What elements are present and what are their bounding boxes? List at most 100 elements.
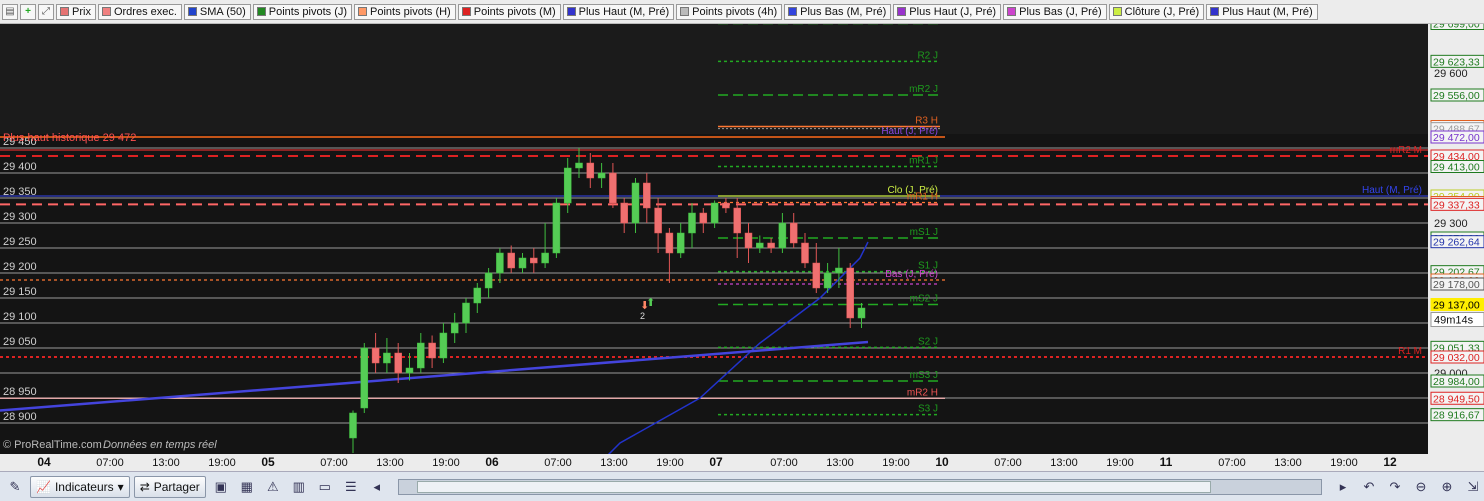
chevron-down-icon: ▾ xyxy=(117,479,124,494)
legend-item[interactable]: Clôture (J, Pré) xyxy=(1108,3,1205,20)
zoom-in-icon[interactable]: ⊕ xyxy=(1436,476,1458,498)
legend-label: Points pivots (J) xyxy=(268,5,348,18)
fit-icon[interactable]: ⇲ xyxy=(1462,476,1484,498)
buy-arrow-icon: ⬆ xyxy=(646,296,655,309)
undo-icon[interactable]: ↶ xyxy=(1358,476,1380,498)
legend-item[interactable]: Ordres exec. xyxy=(97,3,182,20)
legend-label: Prix xyxy=(72,5,91,18)
legend-item[interactable]: Points pivots (M) xyxy=(457,3,561,20)
list-icon[interactable]: ☰ xyxy=(340,476,362,498)
right-tick-label: 29 600 xyxy=(1434,68,1468,80)
legend-bar: ▤ + ⤢ Prix Ordres exec. SMA (50) Points piv… xyxy=(0,0,1484,24)
level-tag: S3 J xyxy=(918,404,938,415)
legend-item[interactable]: Plus Haut (M, Pré) xyxy=(1206,3,1318,20)
candle-body xyxy=(688,212,696,234)
candle-body xyxy=(575,162,583,169)
grid-icon[interactable]: ▦ xyxy=(236,476,258,498)
legend-item[interactable]: SMA (50) xyxy=(183,3,251,20)
price-label: 28 984,00 xyxy=(1433,376,1480,388)
x-tick-label: 10 xyxy=(935,455,949,469)
pencil-icon[interactable]: ✎ xyxy=(4,476,26,498)
price-label: 29 178,00 xyxy=(1433,279,1480,291)
scroll-right-icon[interactable]: ▸ xyxy=(1332,476,1354,498)
upper-shade xyxy=(0,24,1428,134)
x-tick-label: 13:00 xyxy=(1274,457,1302,469)
signal-count: 2 xyxy=(640,311,645,321)
candle-body xyxy=(586,162,595,179)
legend-swatch xyxy=(60,7,69,16)
candle-body xyxy=(563,167,572,204)
legend-label: Clôture (J, Pré) xyxy=(1124,5,1200,18)
candle-body xyxy=(654,207,662,234)
legend-swatch xyxy=(788,7,798,16)
y-tick-label: 29 050 xyxy=(3,336,37,348)
price-label: 29 137,00 xyxy=(1433,300,1480,312)
level-tag: Haut (M, Pré) xyxy=(1362,185,1422,196)
candle-body xyxy=(722,202,730,209)
level-tag: Bas (J, Pré) xyxy=(885,269,938,280)
alert-icon[interactable]: ⚠ xyxy=(262,476,284,498)
zoom-icon[interactable]: ⤢ xyxy=(38,3,54,20)
price-chart[interactable]: 29 45029 40029 35029 30029 25029 20029 1… xyxy=(0,24,1484,454)
legend-item[interactable]: Plus Haut (J, Pré) xyxy=(893,3,1002,20)
candle-body xyxy=(552,202,561,254)
legend-swatch xyxy=(1007,7,1017,16)
add-icon[interactable]: + xyxy=(20,3,36,20)
candle-body xyxy=(462,302,470,324)
ath-label: Plus haut historique 29 472 xyxy=(3,132,136,144)
redo-icon[interactable]: ↷ xyxy=(1384,476,1406,498)
x-tick-label: 13:00 xyxy=(600,457,628,469)
y-tick-label: 29 250 xyxy=(3,236,37,248)
x-tick-label: 05 xyxy=(261,455,275,469)
candle-body xyxy=(835,267,843,274)
layout-icon[interactable]: ▥ xyxy=(288,476,310,498)
screen-icon[interactable]: ▭ xyxy=(314,476,336,498)
candle-body xyxy=(631,182,640,224)
x-tick-label: 12 xyxy=(1383,455,1397,469)
indicators-button[interactable]: 📈 Indicateurs ▾ xyxy=(30,475,130,498)
candle-body xyxy=(620,202,628,224)
legend-item[interactable]: Plus Bas (M, Pré) xyxy=(784,3,892,20)
scrollbar-thumb[interactable] xyxy=(416,480,1211,493)
level-tag: S2 J xyxy=(918,336,938,347)
legend-item[interactable]: Plus Bas (J, Pré) xyxy=(1003,3,1107,20)
y-tick-label: 28 900 xyxy=(3,411,37,423)
candle-body xyxy=(609,172,617,204)
horizontal-scrollbar[interactable] xyxy=(397,478,1322,495)
candle-body xyxy=(801,242,809,264)
zoom-out-icon[interactable]: ⊖ xyxy=(1410,476,1432,498)
candle-body xyxy=(846,267,854,319)
price-label: 29 032,00 xyxy=(1433,352,1480,364)
legend-item[interactable]: Points pivots (4h) xyxy=(676,3,783,20)
legend-item[interactable]: Plus Haut (M, Pré) xyxy=(562,3,675,20)
share-icon: ⇄ xyxy=(139,479,150,494)
legend-swatch xyxy=(1112,7,1122,16)
price-label: 29 413,00 xyxy=(1433,162,1480,174)
legend-item[interactable]: Prix xyxy=(56,3,96,20)
level-tag: mR2 J xyxy=(909,84,938,95)
candle-body xyxy=(756,242,764,249)
watermark: © ProRealTime.com xyxy=(3,439,102,451)
legend-item[interactable]: Points pivots (J) xyxy=(252,3,353,20)
candle-body xyxy=(518,257,527,269)
candle-body xyxy=(349,412,357,439)
candle-body xyxy=(507,252,515,269)
share-button[interactable]: ⇄ Partager xyxy=(133,475,206,498)
level-tag: R3 H xyxy=(915,116,938,127)
x-tick-label: 04 xyxy=(37,455,51,469)
candle-body xyxy=(733,207,741,234)
share-label: Partager xyxy=(153,479,200,494)
scroll-left-icon[interactable]: ◂ xyxy=(366,476,388,498)
expand-icon[interactable]: ▤ xyxy=(2,3,18,20)
candle-body xyxy=(360,347,369,409)
level-tag: R1 M xyxy=(1398,346,1422,357)
x-tick-label: 07:00 xyxy=(1218,457,1246,469)
candle-body xyxy=(767,242,775,249)
candle-body xyxy=(541,252,549,264)
indicators-label: Indicateurs xyxy=(54,479,114,494)
y-tick-label: 29 400 xyxy=(3,161,37,173)
camera-icon[interactable]: ▣ xyxy=(210,476,232,498)
y-tick-label: 29 200 xyxy=(3,261,37,273)
legend-item[interactable]: Points pivots (H) xyxy=(354,3,456,20)
x-tick-label: 11 xyxy=(1160,455,1173,469)
